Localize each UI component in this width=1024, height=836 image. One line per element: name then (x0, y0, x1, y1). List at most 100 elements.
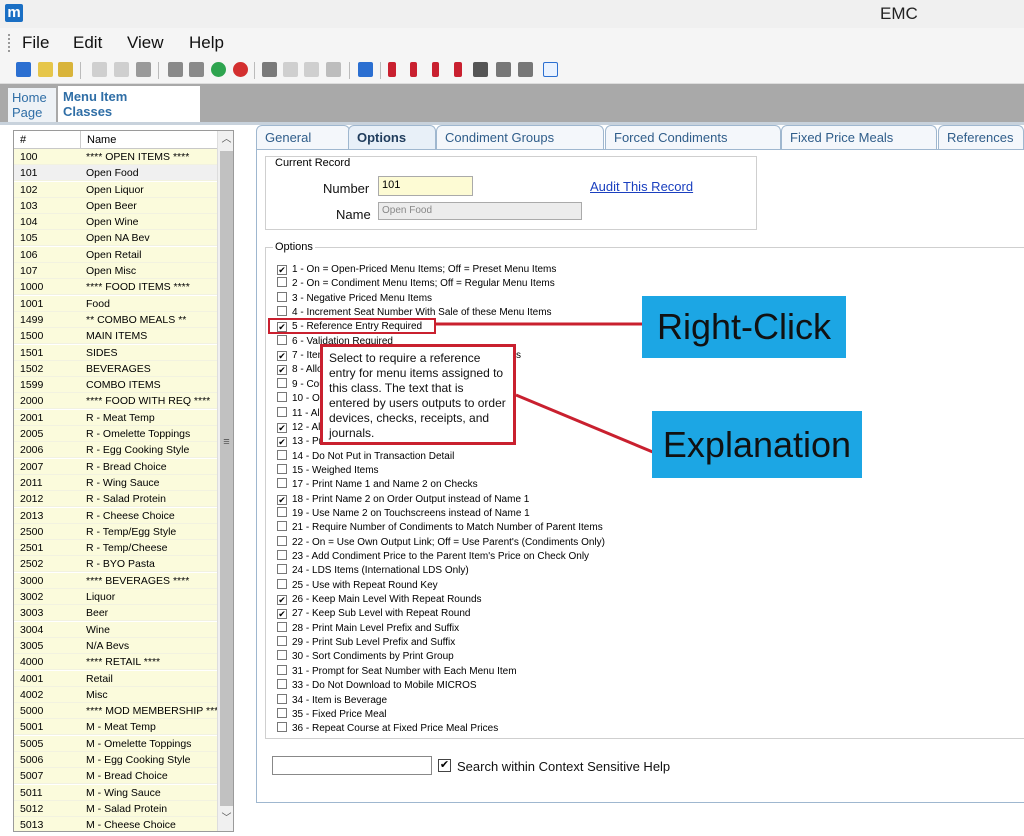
option-row[interactable]: 14 - Do Not Put in Transaction Detail (277, 449, 454, 464)
menu-help[interactable]: Help (189, 33, 224, 53)
settings-icon[interactable] (92, 62, 107, 77)
option-checkbox[interactable] (277, 693, 287, 704)
option-checkbox[interactable]: ✔ (277, 494, 287, 505)
list-item[interactable]: 105 Open NA Bev (14, 230, 217, 247)
list-item[interactable]: 4001 Retail (14, 670, 217, 687)
open-icon[interactable] (58, 62, 73, 77)
option-checkbox[interactable] (277, 550, 287, 560)
list-item[interactable]: 104 Open Wine (14, 214, 217, 231)
scroll-up-icon[interactable]: ︿ (220, 134, 233, 146)
help-search-input[interactable] (272, 756, 432, 775)
list-item[interactable]: 3000 **** BEVERAGES **** (14, 572, 217, 589)
list-item[interactable]: 107 Open Misc (14, 263, 217, 280)
option-row[interactable]: 30 - Sort Condiments by Print Group (277, 650, 454, 664)
option-row[interactable]: 22 - On = Use Own Output Link; Off = Use… (277, 535, 605, 550)
copy-icon[interactable] (189, 62, 204, 77)
list-item[interactable]: 4002 Misc (14, 686, 217, 703)
number-field[interactable]: 101 (378, 176, 473, 196)
list-item[interactable]: 5001 M - Meat Temp (14, 719, 217, 736)
grid-icon[interactable] (358, 62, 373, 77)
list-item[interactable]: 2001 R - Meat Temp (14, 409, 217, 426)
list-item[interactable]: 2012 R - Salad Protein (14, 491, 217, 508)
option-row[interactable]: 34 - Item is Beverage (277, 693, 387, 708)
paste-icon[interactable] (326, 62, 341, 77)
print-icon[interactable] (136, 62, 151, 77)
option-row[interactable]: 29 - Print Sub Level Prefix and Suffix (277, 636, 455, 650)
option-checkbox[interactable] (277, 707, 287, 718)
option-checkbox[interactable] (277, 506, 287, 517)
list-item[interactable]: 2005 R - Omelette Toppings (14, 426, 217, 443)
list-item[interactable]: 3004 Wine (14, 621, 217, 638)
option-checkbox[interactable] (277, 636, 287, 647)
list-item[interactable]: 5011 M - Wing Sauce (14, 784, 217, 801)
list-item[interactable]: 4000 **** RETAIL **** (14, 654, 217, 671)
tab-references[interactable]: References (938, 125, 1024, 149)
option-checkbox[interactable] (277, 535, 287, 546)
list-item[interactable]: 1000 **** FOOD ITEMS **** (14, 279, 217, 296)
name-field[interactable]: Open Food (378, 202, 582, 220)
last-record-icon[interactable] (454, 62, 462, 77)
undo-icon[interactable] (304, 62, 319, 77)
tab-options[interactable]: Options (348, 125, 436, 149)
option-row[interactable]: ✔ 18 - Print Name 2 on Order Output inste… (277, 493, 529, 507)
option-row[interactable]: 36 - Repeat Course at Fixed Price Meal P… (277, 722, 498, 736)
scroll-thumb[interactable]: ≡ (220, 151, 233, 806)
option-checkbox[interactable]: ✔ (277, 265, 287, 275)
previous-record-icon[interactable] (410, 62, 417, 77)
column-header-number[interactable]: # (20, 134, 26, 146)
tab-condiment-groups[interactable]: Condiment Groups (436, 125, 604, 149)
option-checkbox[interactable] (277, 306, 287, 317)
column-header-name[interactable]: Name (87, 134, 116, 146)
delete-icon[interactable] (233, 62, 248, 77)
option-row[interactable]: 19 - Use Name 2 on Touchscreens instead … (277, 506, 530, 521)
option-row[interactable]: 15 - Weighed Items (277, 463, 379, 478)
option-row[interactable]: 33 - Do Not Download to Mobile MICROS (277, 679, 477, 693)
next-record-icon[interactable] (432, 62, 439, 77)
option-row[interactable]: 3 - Negative Priced Menu Items (277, 291, 432, 306)
option-checkbox[interactable] (277, 578, 287, 589)
list-item[interactable]: 106 Open Retail (14, 246, 217, 263)
list-item[interactable]: 2011 R - Wing Sauce (14, 474, 217, 491)
save-icon[interactable] (168, 62, 183, 77)
list-item[interactable]: 3005 N/A Bevs (14, 637, 217, 654)
option-checkbox[interactable] (277, 521, 287, 532)
duplicate-icon[interactable] (283, 62, 298, 77)
list-item[interactable]: 102 Open Liquor (14, 181, 217, 198)
list-item[interactable]: 2007 R - Bread Choice (14, 458, 217, 475)
option-checkbox[interactable]: ✔ (277, 595, 287, 606)
table-view-icon[interactable] (543, 62, 558, 77)
audit-record-link[interactable]: Audit This Record (590, 179, 693, 194)
option-checkbox[interactable] (277, 377, 287, 388)
new-record-icon[interactable] (38, 62, 53, 77)
option-row[interactable]: 35 - Fixed Price Meal (277, 707, 386, 722)
option-checkbox[interactable]: ✔ (277, 422, 287, 433)
tab-home-page[interactable]: Home Page (8, 88, 56, 122)
option-row[interactable]: ✔ 1 - On = Open-Priced Menu Items; Off = … (277, 263, 556, 277)
option-checkbox[interactable] (277, 621, 287, 632)
option-row[interactable]: 17 - Print Name 1 and Name 2 on Checks (277, 478, 478, 492)
tab-fixed-price-meals[interactable]: Fixed Price Meals (781, 125, 937, 149)
list-item[interactable]: 5000 **** MOD MEMBERSHIP **** (14, 703, 217, 720)
list-item[interactable]: 3002 Liquor (14, 589, 217, 606)
help-search-checkbox[interactable]: ✔ (438, 759, 451, 772)
option-row[interactable]: 23 - Add Condiment Price to the Parent I… (277, 550, 589, 564)
list-item[interactable]: 2013 R - Cheese Choice (14, 507, 217, 524)
option-checkbox[interactable]: ✔ (277, 351, 287, 362)
list-item[interactable]: 2500 R - Temp/Egg Style (14, 523, 217, 540)
option-checkbox[interactable] (277, 334, 287, 345)
option-checkbox[interactable] (277, 478, 287, 489)
tab-general[interactable]: General (256, 125, 350, 149)
list-item[interactable]: 1599 COMBO ITEMS (14, 377, 217, 394)
first-record-icon[interactable] (388, 62, 396, 77)
option-checkbox[interactable] (277, 291, 287, 302)
option-checkbox[interactable] (277, 463, 287, 474)
list-item[interactable]: 101 Open Food (14, 165, 217, 182)
option-checkbox[interactable]: ✔ (277, 365, 287, 376)
scroll-down-icon[interactable]: ﹀ (220, 813, 233, 825)
list-item[interactable]: 1499 ** COMBO MEALS ** (14, 311, 217, 328)
option-row[interactable]: ✔ 26 - Keep Main Level With Repeat Rounds (277, 593, 482, 607)
option-checkbox[interactable]: ✔ (277, 609, 287, 620)
list-item[interactable]: 2501 R - Temp/Cheese (14, 540, 217, 557)
list-item[interactable]: 2006 R - Egg Cooking Style (14, 442, 217, 459)
list-item[interactable]: 5013 M - Cheese Choice (14, 817, 217, 831)
